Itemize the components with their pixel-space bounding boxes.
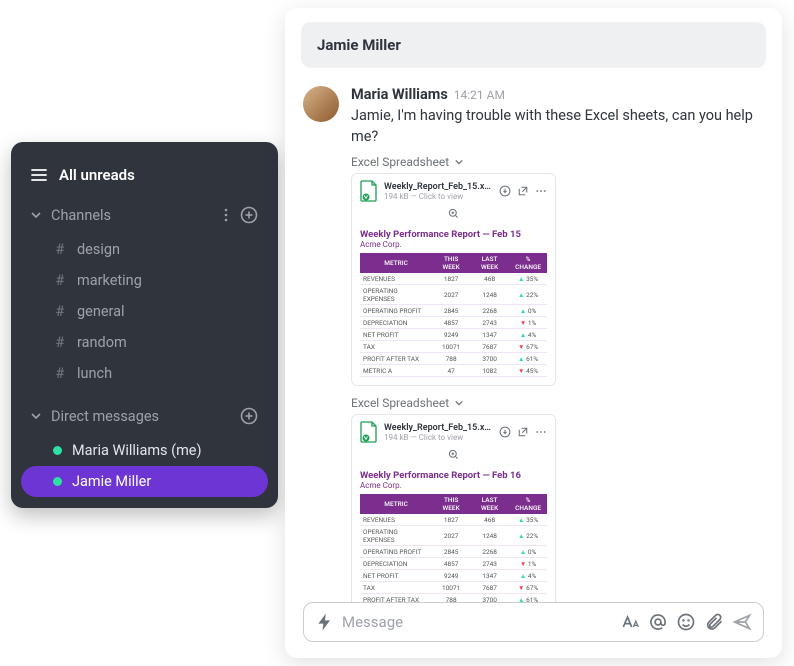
attachment-label[interactable]: Excel Spreadsheet <box>351 155 764 169</box>
channel-name: design <box>77 241 120 258</box>
dm-name: Maria Williams (me) <box>72 442 202 459</box>
sidebar-dm-item[interactable]: Maria Williams (me) <box>21 435 268 466</box>
channel-name: marketing <box>77 272 142 289</box>
message-text: Jamie, I'm having trouble with these Exc… <box>351 105 764 147</box>
message-list: Maria Williams 14:21 AM Jamie, I'm havin… <box>285 76 782 602</box>
attachment-label[interactable]: Excel Spreadsheet <box>351 396 764 410</box>
hash-icon: # <box>53 365 67 382</box>
channel-name: general <box>77 303 125 320</box>
external-icon[interactable] <box>517 182 529 201</box>
hash-icon: # <box>53 272 67 289</box>
chevron-down-icon <box>31 411 41 421</box>
composer-input[interactable] <box>342 613 613 631</box>
zoom-icon[interactable] <box>448 445 459 464</box>
file-xlsx-icon <box>360 421 378 443</box>
attachment-filesize: 194 kB — Click to view <box>384 433 493 442</box>
attachment-filesize: 194 kB — Click to view <box>384 192 493 201</box>
dm-section-header[interactable]: Direct messages <box>21 399 268 433</box>
avatar[interactable] <box>303 86 339 122</box>
dm-list: Maria Williams (me) Jamie Miller <box>21 433 268 507</box>
file-xlsx-icon <box>360 180 378 202</box>
conversation-panel: Jamie Miller Maria Williams 14:21 AM Jam… <box>285 8 782 658</box>
message-time: 14:21 AM <box>454 88 505 102</box>
hash-icon: # <box>53 303 67 320</box>
sidebar-channel-lunch[interactable]: # lunch <box>21 358 268 389</box>
sidebar-channel-design[interactable]: # design <box>21 234 268 265</box>
report-preview: Weekly Performance Report — Feb 15 Acme … <box>360 229 547 377</box>
external-icon[interactable] <box>517 423 529 442</box>
hash-icon: # <box>53 334 67 351</box>
channel-name: lunch <box>77 365 112 382</box>
conversation-title: Jamie Miller <box>301 22 766 68</box>
presence-indicator <box>53 446 62 455</box>
sidebar-header[interactable]: All unreads <box>21 160 268 198</box>
presence-indicator <box>53 477 62 486</box>
sidebar: All unreads Channels # design # marketing # g… <box>11 142 278 508</box>
message: Maria Williams 14:21 AM Jamie, I'm havin… <box>303 86 764 602</box>
text-format-icon[interactable] <box>619 611 641 633</box>
emoji-icon[interactable] <box>675 611 697 633</box>
download-icon[interactable] <box>499 182 511 201</box>
more-icon[interactable] <box>535 182 547 201</box>
zoom-icon[interactable] <box>448 204 459 223</box>
attachment-filename: Weekly_Report_Feb_15.xlsx <box>384 182 493 192</box>
hash-icon: # <box>53 241 67 258</box>
channel-name: random <box>77 334 127 351</box>
dm-label: Direct messages <box>51 408 230 425</box>
channel-list: # design # marketing # general # random # lunch <box>21 232 268 399</box>
plus-circle-icon[interactable] <box>240 206 258 224</box>
sidebar-channel-marketing[interactable]: # marketing <box>21 265 268 296</box>
attach-icon[interactable] <box>703 611 725 633</box>
attachment-card[interactable]: Weekly_Report_Feb_15.xlsx 194 kB — Click… <box>351 414 556 602</box>
channels-section-header[interactable]: Channels <box>21 198 268 232</box>
sidebar-channel-general[interactable]: # general <box>21 296 268 327</box>
download-icon[interactable] <box>499 423 511 442</box>
attachment-filename: Weekly_Report_Feb_15.xlsx <box>384 423 493 433</box>
composer <box>303 602 764 642</box>
mention-icon[interactable] <box>647 611 669 633</box>
sidebar-channel-random[interactable]: # random <box>21 327 268 358</box>
bolt-icon[interactable] <box>314 611 336 633</box>
attachment-card[interactable]: Weekly_Report_Feb_15.xlsx 194 kB — Click… <box>351 173 556 386</box>
list-icon <box>31 168 47 182</box>
channels-label: Channels <box>51 207 214 224</box>
sidebar-header-label: All unreads <box>59 166 135 184</box>
sidebar-dm-item[interactable]: Jamie Miller <box>21 466 268 497</box>
plus-circle-icon[interactable] <box>240 407 258 425</box>
send-icon[interactable] <box>731 611 753 633</box>
chevron-down-icon <box>31 210 41 220</box>
kebab-icon[interactable] <box>224 208 228 222</box>
more-icon[interactable] <box>535 423 547 442</box>
dm-name: Jamie Miller <box>72 473 151 490</box>
message-author: Maria Williams <box>351 86 448 103</box>
report-preview: Weekly Performance Report — Feb 16 Acme … <box>360 470 547 602</box>
